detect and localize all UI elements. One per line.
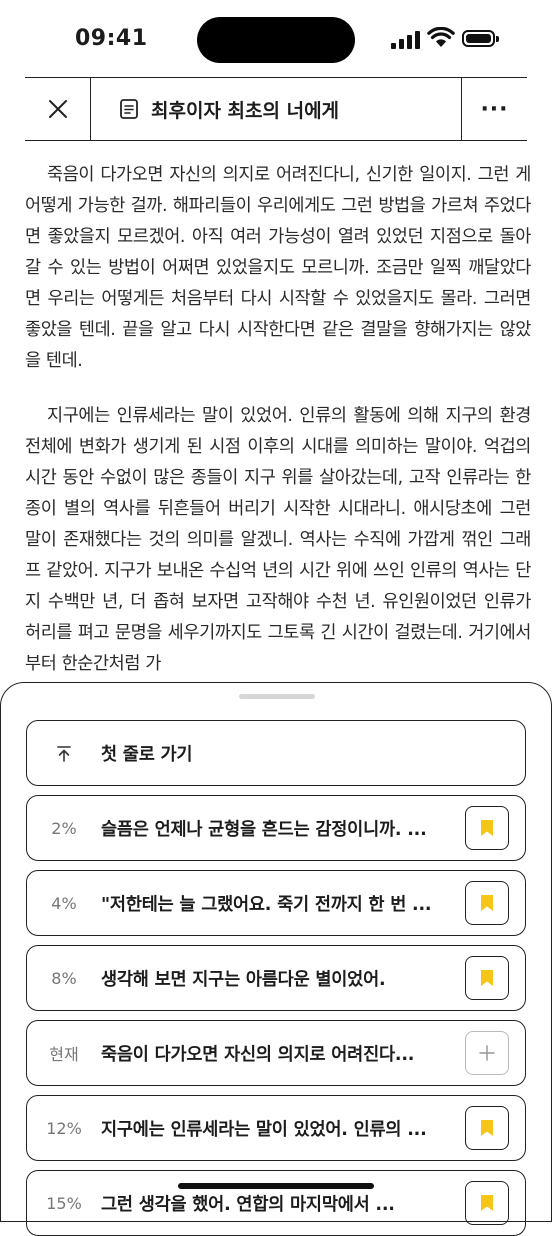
bookmark-percent: 4%: [51, 893, 77, 913]
bookmark-row[interactable]: 8% 생각해 보면 지구는 아름다운 별이었어.: [26, 945, 526, 1011]
bookmark-percent: 2%: [51, 818, 77, 838]
reading-content: 죽음이 다가오면 자신의 의지로 어려진다니, 신기한 일이지. 그런 게 어떻…: [25, 160, 531, 704]
bookmark-row[interactable]: 4% "저한테는 늘 그랬어요. 죽기 전까지 한 번 ...: [26, 870, 526, 936]
paragraph: 지구에는 인류세라는 말이 있었어. 인류의 활동에 의해 지구의 환경 전체에…: [25, 406, 531, 674]
bookmark-percent: 8%: [51, 968, 77, 988]
status-bar: 09:41: [0, 0, 552, 78]
bookmark-row[interactable]: 15% 그런 생각을 했어. 연합의 마지막에서 ...: [26, 1170, 526, 1236]
bookmark-row[interactable]: 2% 슬픔은 언제나 균형을 흔드는 감정이니까. ...: [26, 795, 526, 861]
bookmark-toggle-button[interactable]: [465, 1181, 509, 1225]
bookmark-filled-icon: [481, 970, 493, 986]
bookmark-text: 죽음이 다가오면 자신의 의지로 어려진다...: [101, 1044, 415, 1065]
bookmark-filled-icon: [481, 820, 493, 836]
bookmark-filled-icon: [481, 1120, 493, 1136]
cellular-signal-icon: [391, 31, 421, 49]
reader-header: 최후이자 최초의 너에게 ···: [25, 77, 527, 141]
close-button[interactable]: [25, 78, 91, 140]
bookmark-text: 생각해 보면 지구는 아름다운 별이었어.: [101, 969, 386, 990]
home-indicator: [178, 1183, 374, 1189]
bookmark-text: 슬픔은 언제나 균형을 흔드는 감정이니까. ...: [101, 819, 427, 840]
bookmark-text: 지구에는 인류세라는 말이 있었어. 인류의 ...: [101, 1119, 427, 1140]
bookmark-filled-icon: [481, 1195, 493, 1211]
paragraph: 죽음이 다가오면 자신의 의지로 어려진다니, 신기한 일이지. 그런 게 어떻…: [25, 165, 531, 371]
sheet-grabber[interactable]: [239, 694, 315, 699]
plus-icon: [479, 1045, 495, 1061]
book-title-area[interactable]: 최후이자 최초의 너에게: [91, 78, 461, 140]
dynamic-island: [197, 17, 355, 63]
bookmark-toggle-button[interactable]: [465, 956, 509, 1000]
bookmark-row[interactable]: 12% 지구에는 인류세라는 말이 있었어. 인류의 ...: [26, 1095, 526, 1161]
current-position-row[interactable]: 현재 죽음이 다가오면 자신의 의지로 어려진다...: [26, 1020, 526, 1086]
arrow-to-top-icon: [27, 743, 101, 763]
more-icon: ···: [480, 96, 509, 122]
go-to-first-line-button[interactable]: 첫 줄로 가기: [26, 720, 526, 786]
bookmark-percent: 12%: [46, 1118, 82, 1138]
bookmark-sheet: 첫 줄로 가기 2% 슬픔은 언제나 균형을 흔드는 감정이니까. ... 4%…: [0, 682, 552, 1236]
status-time: 09:41: [75, 26, 148, 51]
bookmark-filled-icon: [481, 895, 493, 911]
more-button[interactable]: ···: [461, 78, 527, 140]
book-title: 최후이자 최초의 너에게: [151, 99, 340, 122]
bookmark-text: "저한테는 늘 그랬어요. 죽기 전까지 한 번 ...: [101, 894, 432, 915]
close-icon: [48, 100, 67, 118]
bookmark-toggle-button[interactable]: [465, 1106, 509, 1150]
current-position-label: 현재: [49, 1045, 79, 1064]
bookmark-percent: 15%: [46, 1193, 82, 1213]
bookmark-toggle-button[interactable]: [465, 806, 509, 850]
add-bookmark-button[interactable]: [465, 1031, 509, 1075]
go-to-first-line-label: 첫 줄로 가기: [101, 744, 193, 765]
battery-icon: [462, 30, 499, 47]
bookmark-text: 그런 생각을 했어. 연합의 마지막에서 ...: [101, 1194, 395, 1215]
document-icon: [120, 99, 138, 119]
wifi-icon: [427, 27, 455, 47]
bookmark-toggle-button[interactable]: [465, 881, 509, 925]
